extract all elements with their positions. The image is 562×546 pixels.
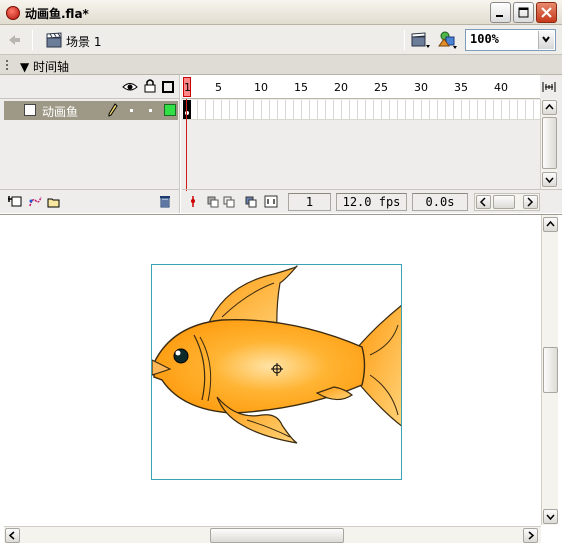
toolbar-separator bbox=[32, 30, 33, 50]
stage-canvas[interactable] bbox=[151, 264, 402, 480]
ruler-number: 30 bbox=[414, 81, 428, 94]
ruler-number: 5 bbox=[215, 81, 222, 94]
timeline-menu-icon[interactable] bbox=[542, 81, 556, 93]
maximize-button[interactable] bbox=[513, 2, 534, 23]
eye-icon[interactable] bbox=[122, 81, 138, 93]
scroll-thumb[interactable] bbox=[542, 117, 557, 169]
scroll-thumb[interactable] bbox=[493, 195, 515, 209]
fish-illustration[interactable] bbox=[152, 265, 402, 480]
scroll-up-button[interactable] bbox=[543, 217, 558, 232]
toolbar-separator bbox=[404, 30, 405, 50]
flash-app-icon bbox=[6, 6, 20, 20]
timeline-divider[interactable] bbox=[179, 75, 181, 213]
scroll-down-button[interactable] bbox=[543, 509, 558, 524]
scroll-down-button[interactable] bbox=[542, 172, 557, 187]
playhead-line bbox=[186, 99, 187, 191]
outline-toggle-icon[interactable] bbox=[162, 81, 174, 93]
chevron-left-icon bbox=[479, 197, 486, 207]
back-arrow-icon[interactable] bbox=[6, 32, 22, 48]
center-frame-icon[interactable] bbox=[186, 195, 200, 208]
insert-folder-icon[interactable] bbox=[46, 195, 60, 208]
insert-layer-icon[interactable] bbox=[8, 195, 22, 208]
scroll-right-button[interactable] bbox=[523, 195, 538, 209]
panel-grip[interactable] bbox=[6, 60, 12, 70]
scene-clapper-icon bbox=[46, 32, 62, 48]
timeline-status-bar: 1 12.0 fps 0.0s bbox=[182, 189, 562, 213]
zoom-select[interactable]: 100% bbox=[465, 29, 556, 51]
maximize-icon bbox=[518, 7, 529, 18]
edit-symbol-icon[interactable] bbox=[437, 30, 459, 50]
minimize-icon bbox=[496, 15, 503, 17]
layers-header bbox=[0, 75, 180, 99]
layer-page-icon bbox=[24, 104, 36, 116]
onion-skin-outline-icon[interactable] bbox=[222, 195, 236, 208]
chevron-right-icon bbox=[527, 197, 534, 207]
current-frame-field: 1 bbox=[288, 193, 331, 211]
chevron-up-icon bbox=[545, 103, 554, 110]
layer-outline-color[interactable] bbox=[164, 104, 176, 116]
pencil-icon bbox=[108, 103, 118, 117]
scroll-thumb[interactable] bbox=[210, 528, 344, 543]
title-bar: 动画鱼.fla* bbox=[0, 0, 562, 25]
edit-scene-icon[interactable] bbox=[411, 31, 431, 49]
stage-area[interactable] bbox=[0, 214, 562, 546]
frames-empty-area[interactable] bbox=[182, 121, 540, 189]
scroll-right-button[interactable] bbox=[523, 528, 538, 543]
stage-horizontal-scrollbar[interactable] bbox=[4, 526, 541, 543]
frame-ruler[interactable]: 1 5 10 15 20 25 30 35 40 bbox=[182, 75, 540, 99]
layer-name[interactable]: 动画鱼 bbox=[42, 103, 78, 120]
scroll-up-button[interactable] bbox=[542, 100, 557, 115]
chevron-down-icon bbox=[546, 514, 555, 521]
close-button[interactable] bbox=[536, 2, 557, 23]
minimize-button[interactable] bbox=[490, 2, 511, 23]
ruler-number: 1 bbox=[184, 81, 191, 94]
onion-skin-icon[interactable] bbox=[206, 195, 220, 208]
zoom-value: 100% bbox=[470, 32, 499, 46]
edit-bar: 场景 1 100% bbox=[0, 25, 562, 55]
zoom-dropdown-button[interactable] bbox=[538, 31, 554, 49]
trash-icon[interactable] bbox=[158, 195, 172, 208]
scroll-left-button[interactable] bbox=[5, 528, 20, 543]
modify-onion-markers-icon[interactable] bbox=[264, 195, 278, 208]
edit-multiple-frames-icon[interactable] bbox=[244, 195, 258, 208]
frame-rate-field[interactable]: 12.0 fps bbox=[336, 193, 407, 211]
chevron-down-icon bbox=[545, 177, 554, 184]
add-motion-guide-icon[interactable] bbox=[28, 195, 42, 208]
lock-icon[interactable] bbox=[144, 79, 156, 93]
timeline-panel: 动画鱼 1 5 10 15 20 25 30 35 40 1 12.0 fps … bbox=[0, 75, 562, 213]
ruler-number: 35 bbox=[454, 81, 468, 94]
lock-dot[interactable] bbox=[149, 109, 152, 112]
ruler-number: 40 bbox=[494, 81, 508, 94]
timeline-title[interactable]: ▼ 时间轴 bbox=[20, 58, 69, 75]
chevron-right-icon bbox=[528, 531, 535, 540]
chevron-up-icon bbox=[546, 220, 555, 227]
layer-row[interactable]: 动画鱼 bbox=[4, 101, 178, 120]
stage-vertical-scrollbar[interactable] bbox=[541, 215, 558, 525]
visibility-dot[interactable] bbox=[130, 109, 133, 112]
keyframe[interactable] bbox=[183, 100, 191, 119]
timeline-title-text: 时间轴 bbox=[33, 60, 70, 74]
ruler-number: 10 bbox=[254, 81, 268, 94]
timeline-horizontal-scrollbar[interactable] bbox=[474, 193, 540, 211]
frame-cells[interactable] bbox=[182, 100, 540, 120]
scroll-left-button[interactable] bbox=[476, 195, 491, 209]
ruler-number: 25 bbox=[374, 81, 388, 94]
chevron-left-icon bbox=[8, 531, 15, 540]
scene-name[interactable]: 场景 1 bbox=[66, 33, 101, 50]
elapsed-time-field: 0.0s bbox=[412, 193, 468, 211]
scroll-thumb[interactable] bbox=[543, 347, 558, 393]
ruler-number: 20 bbox=[334, 81, 348, 94]
timeline-panel-header[interactable]: ▼ 时间轴 bbox=[0, 55, 562, 75]
ruler-number: 15 bbox=[294, 81, 308, 94]
timeline-vertical-scrollbar[interactable] bbox=[540, 99, 557, 189]
layer-tools bbox=[0, 189, 180, 213]
close-icon bbox=[541, 7, 552, 18]
chevron-down-icon bbox=[542, 36, 550, 43]
window-title: 动画鱼.fla* bbox=[25, 7, 89, 21]
